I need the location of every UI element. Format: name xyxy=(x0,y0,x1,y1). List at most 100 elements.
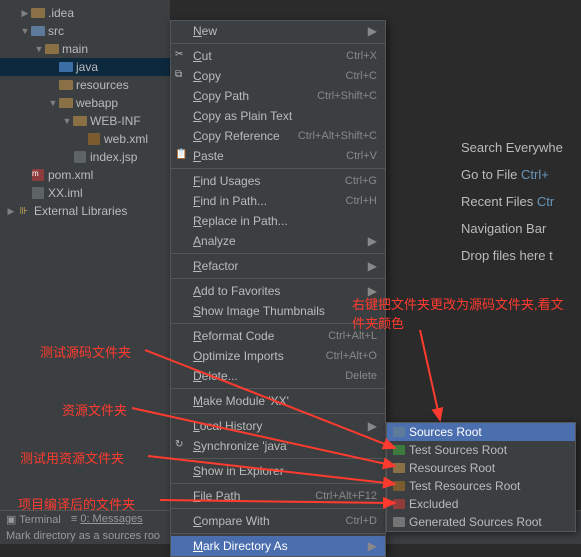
tree-item[interactable]: .idea xyxy=(0,4,170,22)
tree-item-label: index.jsp xyxy=(90,150,137,164)
menu-item[interactable]: Replace in Path... xyxy=(171,211,385,231)
expand-arrow-icon[interactable] xyxy=(48,98,58,108)
submenu-item-label: Resources Root xyxy=(409,461,495,475)
menu-item[interactable]: ⧉CopyCtrl+C xyxy=(171,66,385,86)
menu-item[interactable]: ↻Synchronize 'java' xyxy=(171,436,385,456)
folder-icon xyxy=(72,114,88,128)
folder-blue-icon xyxy=(58,60,74,74)
annotation-test-resources: 测试用资源文件夹 xyxy=(20,448,124,467)
menu-separator xyxy=(171,388,385,389)
messages-tab[interactable]: ≡ 0: Messages xyxy=(71,513,143,526)
menu-item-label: Make Module 'XX' xyxy=(193,394,377,408)
submenu-arrow-icon: ▶ xyxy=(368,234,377,248)
menu-shortcut: Ctrl+X xyxy=(346,50,377,62)
folder-color-icon xyxy=(393,463,405,473)
submenu-arrow-icon: ▶ xyxy=(368,259,377,273)
tree-item[interactable]: src xyxy=(0,22,170,40)
file-icon xyxy=(72,150,88,164)
submenu-item[interactable]: Excluded xyxy=(387,495,575,513)
expand-arrow-icon[interactable] xyxy=(34,44,44,54)
tree-item[interactable]: index.jsp xyxy=(0,148,170,166)
folder-color-icon xyxy=(393,445,405,455)
menu-item-label: New xyxy=(193,24,364,38)
submenu-item[interactable]: Generated Sources Root xyxy=(387,513,575,531)
tree-item[interactable]: WEB-INF xyxy=(0,112,170,130)
submenu-item-label: Test Sources Root xyxy=(409,443,507,457)
expand-arrow-icon[interactable] xyxy=(20,8,30,19)
folder-icon xyxy=(44,42,60,56)
tree-item[interactable]: webapp xyxy=(0,94,170,112)
menu-separator xyxy=(171,253,385,254)
submenu-item-label: Sources Root xyxy=(409,425,482,439)
menu-item-label: Synchronize 'java' xyxy=(193,439,377,453)
menu-item-label: Find in Path... xyxy=(193,194,346,208)
menu-shortcut: Delete xyxy=(345,370,377,382)
tree-item[interactable]: XX.iml xyxy=(0,184,170,202)
menu-item[interactable]: ✂CutCtrl+X xyxy=(171,46,385,66)
menu-item-label: Compare With xyxy=(193,514,346,528)
mark-directory-submenu[interactable]: Sources Root Test Sources Root Resources R… xyxy=(386,422,576,532)
expand-arrow-icon[interactable] xyxy=(6,206,16,217)
tree-item[interactable]: mpom.xml xyxy=(0,166,170,184)
tree-item[interactable]: java xyxy=(0,58,170,76)
terminal-tab[interactable]: ▣ Terminal xyxy=(6,513,61,526)
tree-item-label: XX.iml xyxy=(48,186,83,200)
menu-item[interactable]: Copy as Plain Text xyxy=(171,106,385,126)
menu-separator xyxy=(171,483,385,484)
cut-icon: ✂ xyxy=(175,49,189,63)
menu-shortcut: Ctrl+G xyxy=(345,175,377,187)
menu-item[interactable]: Show in Explorer xyxy=(171,461,385,481)
folder-color-icon xyxy=(393,499,405,509)
tree-item[interactable]: main xyxy=(0,40,170,58)
menu-item[interactable]: New▶ xyxy=(171,21,385,41)
tree-item-label: main xyxy=(62,42,88,56)
menu-item[interactable]: Copy ReferenceCtrl+Alt+Shift+C xyxy=(171,126,385,146)
menu-item[interactable]: Delete...Delete xyxy=(171,366,385,386)
menu-item[interactable]: Local History▶ xyxy=(171,416,385,436)
hint-navbar: Navigation Bar xyxy=(461,221,581,236)
context-menu[interactable]: New▶✂CutCtrl+X⧉CopyCtrl+CCopy PathCtrl+S… xyxy=(170,20,386,557)
menu-separator xyxy=(171,413,385,414)
menu-item[interactable]: Compare WithCtrl+D xyxy=(171,511,385,531)
menu-item[interactable]: Mark Directory As▶ xyxy=(171,536,385,556)
menu-separator xyxy=(171,278,385,279)
submenu-item[interactable]: Sources Root xyxy=(387,423,575,441)
menu-item[interactable]: File PathCtrl+Alt+F12 xyxy=(171,486,385,506)
menu-item[interactable]: Find UsagesCtrl+G xyxy=(171,171,385,191)
menu-item-label: Analyze xyxy=(193,234,364,248)
menu-item[interactable]: Analyze ▶ xyxy=(171,231,385,251)
menu-item[interactable]: Copy PathCtrl+Shift+C xyxy=(171,86,385,106)
expand-arrow-icon[interactable] xyxy=(62,116,72,126)
menu-item[interactable]: Make Module 'XX' xyxy=(171,391,385,411)
menu-item[interactable]: 📋PasteCtrl+V xyxy=(171,146,385,166)
menu-item-label: Copy Path xyxy=(193,89,317,103)
menu-item[interactable]: Refactor ▶ xyxy=(171,256,385,276)
tree-item[interactable]: resources xyxy=(0,76,170,94)
submenu-item[interactable]: Test Sources Root xyxy=(387,441,575,459)
tree-item[interactable]: ⊪External Libraries xyxy=(0,202,170,220)
submenu-arrow-icon: ▶ xyxy=(368,539,377,553)
menu-shortcut: Ctrl+H xyxy=(346,195,377,207)
menu-item[interactable]: Find in Path...Ctrl+H xyxy=(171,191,385,211)
hint-gotofile: Go to File Ctrl+ xyxy=(461,167,581,182)
submenu-item[interactable]: Resources Root xyxy=(387,459,575,477)
submenu-item[interactable]: Test Resources Root xyxy=(387,477,575,495)
menu-separator xyxy=(171,508,385,509)
menu-item-label: Copy as Plain Text xyxy=(193,109,377,123)
expand-arrow-icon[interactable] xyxy=(20,26,30,36)
tree-item-label: WEB-INF xyxy=(90,114,141,128)
tree-item-label: resources xyxy=(76,78,129,92)
folder-icon xyxy=(58,78,74,92)
menu-separator xyxy=(171,533,385,534)
folder-color-icon xyxy=(393,517,405,527)
folder-color-icon xyxy=(393,481,405,491)
tree-item[interactable]: web.xml xyxy=(0,130,170,148)
menu-shortcut: Ctrl+Alt+O xyxy=(326,350,377,362)
menu-item-label: Refactor xyxy=(193,259,364,273)
submenu-arrow-icon: ▶ xyxy=(368,419,377,433)
editor-hints: Search Everywhe Go to File Ctrl+ Recent … xyxy=(461,140,581,275)
folder-color-icon xyxy=(393,427,405,437)
submenu-item-label: Generated Sources Root xyxy=(409,515,542,529)
menu-item[interactable]: Optimize ImportsCtrl+Alt+O xyxy=(171,346,385,366)
menu-item-label: Replace in Path... xyxy=(193,214,377,228)
